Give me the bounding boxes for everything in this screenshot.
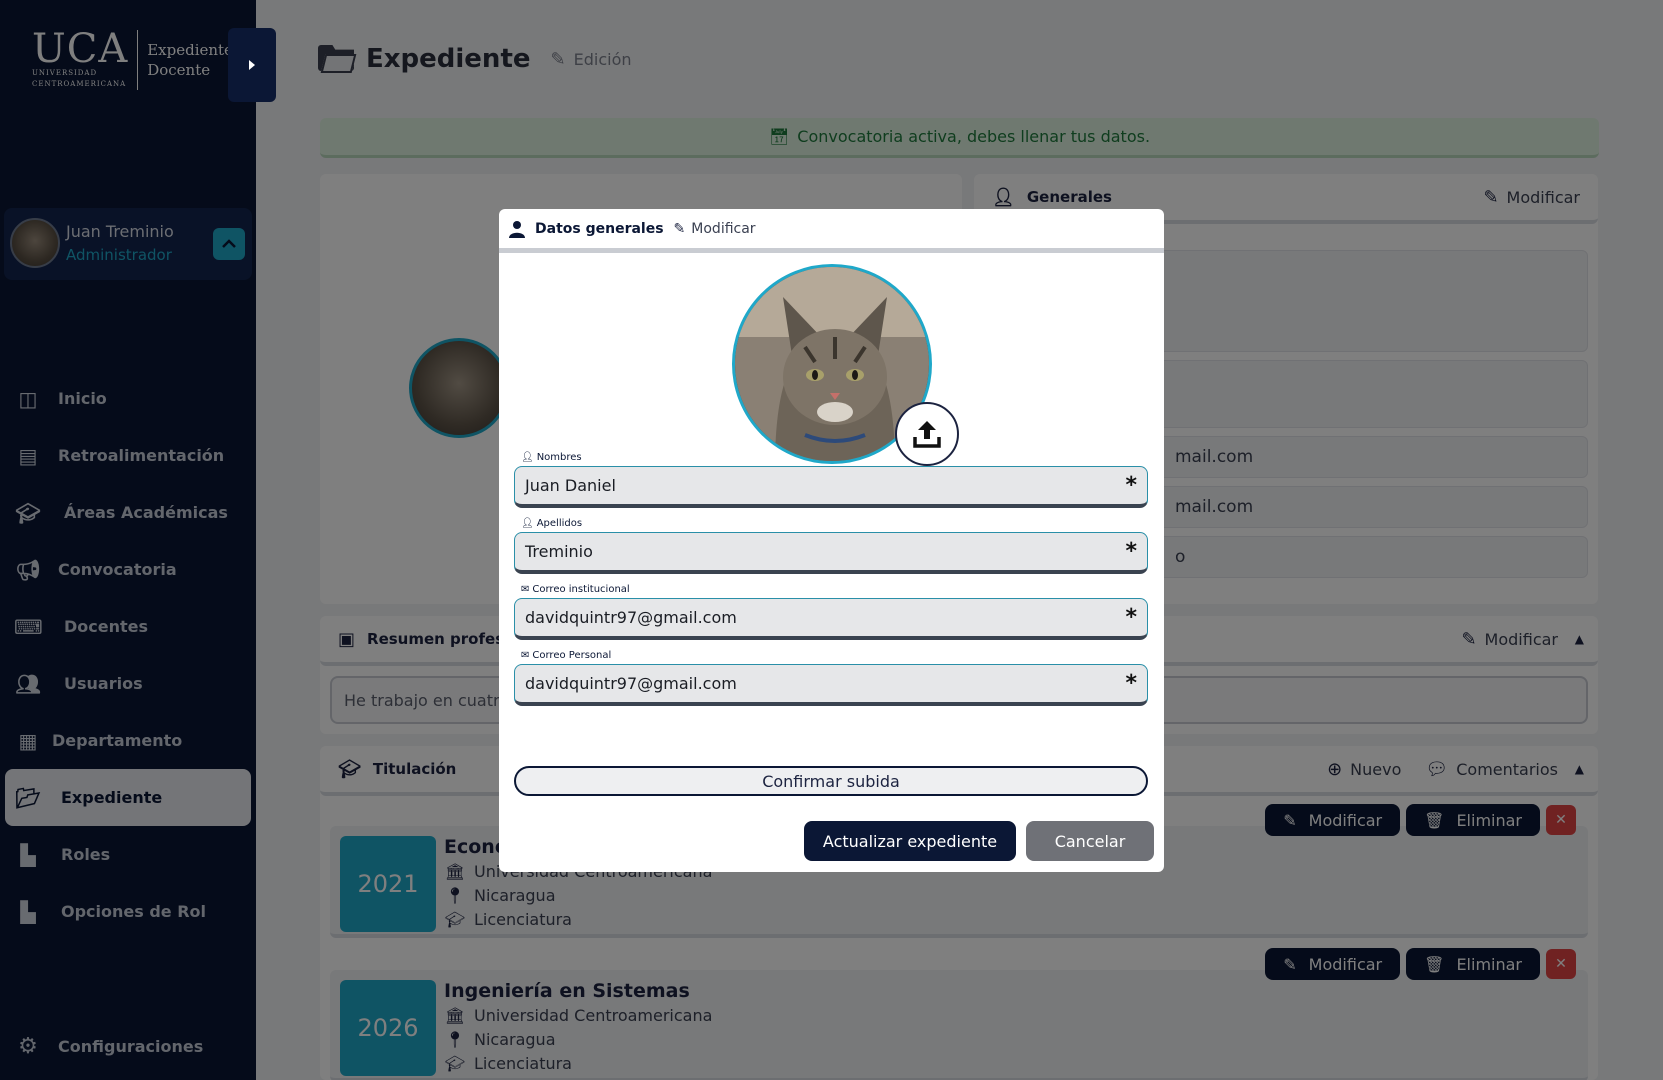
nombres-label-text: Nombres [536,452,582,463]
envelope-icon: ✉ [521,650,530,661]
edit-icon[interactable]: ✎ [674,221,686,237]
modal-header: Datos generales ✎ Modificar [499,209,1164,253]
user-icon [509,220,525,238]
apellidos-value: Treminio [525,542,593,561]
sidebar-collapse-button[interactable] [228,28,276,102]
correo-personal-label: ✉ Correo Personal [521,650,611,661]
correo-personal-value: davidquintr97@gmail.com [525,674,737,693]
correo-personal-label-text: Correo Personal [532,650,612,661]
user-icon: 👤︎ [521,518,534,529]
confirm-upload-button[interactable]: Confirmar subida [514,766,1148,796]
correo-personal-field[interactable]: davidquintr97@gmail.com * [514,664,1148,706]
correo-institucional-label-text: Correo institucional [532,584,630,595]
nombres-label: 👤︎ Nombres [521,452,582,463]
apellidos-label: 👤︎ Apellidos [521,518,582,529]
apellidos-field[interactable]: Treminio * [514,532,1148,574]
user-icon: 👤︎ [521,452,534,463]
nombres-field[interactable]: Juan Daniel * [514,466,1148,508]
upload-photo-button[interactable] [895,402,959,466]
modal-modify-link[interactable]: Modificar [691,221,755,237]
datos-generales-modal: Datos generales ✎ Modificar 👤︎ Nombres J… [499,209,1164,872]
required-icon: * [1125,473,1137,498]
cancel-button[interactable]: Cancelar [1026,821,1154,861]
required-icon: * [1125,671,1137,696]
required-icon: * [1125,539,1137,564]
nombres-value: Juan Daniel [525,476,616,495]
update-record-button[interactable]: Actualizar expediente [804,821,1016,861]
modal-title: Datos generales [535,220,664,237]
correo-institucional-field[interactable]: davidquintr97@gmail.com * [514,598,1148,640]
apellidos-label-text: Apellidos [536,518,583,529]
upload-icon [913,421,941,448]
required-icon: * [1125,605,1137,630]
envelope-icon: ✉ [521,584,530,595]
caret-right-icon [249,60,255,70]
correo-institucional-value: davidquintr97@gmail.com [525,608,737,627]
correo-institucional-label: ✉ Correo institucional [521,584,630,595]
